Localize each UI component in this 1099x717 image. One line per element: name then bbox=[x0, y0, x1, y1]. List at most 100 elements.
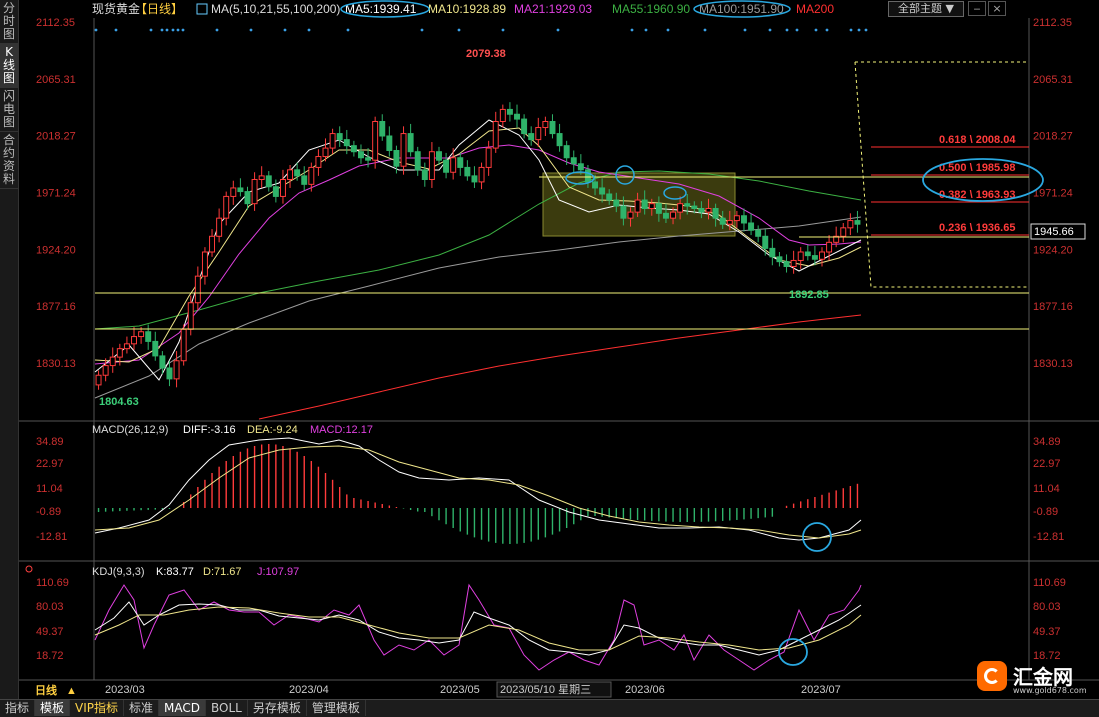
kdj-indicator-dot bbox=[25, 565, 33, 573]
fib-label-0618: 0.618 \ 2008.04 bbox=[939, 134, 1016, 146]
candle-down bbox=[414, 151, 421, 171]
candle-up bbox=[450, 157, 457, 173]
candle-down bbox=[272, 186, 279, 197]
tab-boll[interactable]: BOLL bbox=[206, 700, 248, 716]
period-dropdown-icon[interactable]: ▲ bbox=[66, 685, 77, 697]
signal-dot bbox=[283, 28, 287, 32]
low-price-label-left: 1804.63 bbox=[99, 396, 139, 408]
signal-dot bbox=[666, 28, 670, 32]
candle-down bbox=[584, 169, 591, 183]
ma5-value: MA5:1939.41 bbox=[345, 2, 417, 16]
bottom-tab-bar: 指标 模板 VIP指标 标准 MACD BOLL 另存模板 管理模板 bbox=[0, 699, 1099, 717]
candle-down bbox=[662, 212, 669, 219]
candle-down bbox=[577, 163, 584, 171]
macd-dea: DEA:-9.24 bbox=[247, 424, 298, 436]
signal-dot bbox=[849, 28, 853, 32]
theme-select[interactable]: 全部主题 ▼ bbox=[888, 1, 964, 17]
signal-dot bbox=[814, 28, 818, 32]
candle-up bbox=[372, 121, 379, 161]
macd-macd: MACD:12.17 bbox=[310, 424, 373, 436]
price-axis-right-label: 1830.13 bbox=[1033, 358, 1073, 370]
candle-down bbox=[776, 256, 783, 263]
candle-down bbox=[506, 108, 513, 115]
candle-down bbox=[606, 193, 613, 201]
dropdown-triangle-icon: ▼ bbox=[945, 2, 954, 15]
candle-up bbox=[216, 217, 223, 237]
candle-up bbox=[258, 175, 265, 180]
current-price-value: 1945.66 bbox=[1034, 226, 1074, 238]
tab-contract-info[interactable]: 合约资料 bbox=[0, 132, 18, 189]
tab-flash[interactable]: 闪电图 bbox=[0, 88, 18, 132]
candle-up bbox=[201, 251, 208, 277]
ma-title: MA(5,10,21,55,100,200) bbox=[211, 2, 340, 16]
candle-up bbox=[180, 328, 187, 362]
window-controls: ‒ × bbox=[968, 1, 1008, 16]
candle-up bbox=[315, 156, 322, 168]
tab-manage-template[interactable]: 管理模板 bbox=[307, 700, 366, 716]
macd-axis-left-label: 34.89 bbox=[36, 436, 64, 448]
tab-kline[interactable]: K线图 bbox=[0, 44, 18, 88]
signal-dot bbox=[864, 28, 868, 32]
macd-axis-right-label: 34.89 bbox=[1033, 436, 1061, 448]
price-axis-left-label: 2018.27 bbox=[36, 131, 76, 143]
macd-axis-left-label: -12.81 bbox=[36, 531, 67, 543]
candle-up bbox=[790, 259, 797, 267]
theme-select-label: 全部主题 bbox=[898, 2, 943, 15]
price-axis-left-label: 1924.20 bbox=[36, 244, 76, 256]
candle-down bbox=[719, 217, 726, 225]
candle-up bbox=[634, 199, 641, 213]
signal-dot bbox=[181, 28, 185, 32]
candle-up bbox=[329, 133, 336, 149]
left-tab-bar: 分时图 K线图 闪电图 合约资料 bbox=[0, 0, 19, 700]
chart-canvas[interactable]: 现货黄金 【日线】 MA(5,10,21,55,100,200) MA5:193… bbox=[19, 0, 1099, 700]
signal-dot bbox=[307, 28, 311, 32]
price-axis-left-label: 1877.16 bbox=[36, 301, 76, 313]
candle-up bbox=[478, 166, 485, 183]
instrument-name: 现货黄金 bbox=[92, 1, 140, 16]
candle-down bbox=[811, 255, 818, 260]
price-axis-right-label: 1924.20 bbox=[1033, 244, 1073, 256]
signal-dot bbox=[346, 28, 350, 32]
candle-up bbox=[287, 169, 294, 180]
signal-dot bbox=[743, 28, 747, 32]
period-label-bottom[interactable]: 日线 bbox=[35, 683, 57, 697]
candle-up bbox=[840, 227, 847, 237]
macd-diff: DIFF:-3.16 bbox=[183, 424, 236, 436]
candle-up bbox=[400, 133, 407, 167]
candle-down bbox=[294, 169, 301, 177]
candle-down bbox=[556, 133, 563, 147]
tab-template[interactable]: 模板 bbox=[35, 700, 71, 716]
signal-dot bbox=[94, 28, 98, 32]
logo-icon bbox=[977, 661, 1007, 691]
candle-down bbox=[620, 205, 627, 219]
candle-down bbox=[301, 175, 308, 185]
candle-down bbox=[613, 199, 620, 207]
close-icon[interactable]: × bbox=[988, 1, 1006, 16]
kdj-title: KDJ(9,3,3) bbox=[92, 566, 145, 578]
signal-dot bbox=[501, 28, 505, 32]
kdj-d: D:71.67 bbox=[203, 566, 242, 578]
macd-axis-right-label: 22.97 bbox=[1033, 458, 1061, 470]
tab-standard[interactable]: 标准 bbox=[124, 700, 160, 716]
kdj-axis-right-label: 80.03 bbox=[1033, 601, 1061, 613]
tab-macd[interactable]: MACD bbox=[159, 700, 207, 716]
minimize-icon[interactable]: ‒ bbox=[968, 1, 986, 16]
candle-down bbox=[592, 181, 599, 189]
tab-save-template[interactable]: 另存模板 bbox=[248, 700, 307, 716]
ma10-value: MA10:1928.89 bbox=[428, 2, 506, 16]
candle-down bbox=[393, 150, 400, 167]
candle-up bbox=[279, 178, 286, 197]
macd-axis-left-label: 11.04 bbox=[36, 483, 63, 495]
candle-down bbox=[570, 157, 577, 165]
tab-indicator[interactable]: 指标 bbox=[0, 700, 36, 716]
tab-vip-indicator[interactable]: VIP指标 bbox=[70, 700, 125, 716]
ma-config-icon[interactable] bbox=[196, 3, 208, 15]
candle-up bbox=[847, 220, 854, 229]
tab-timeshare[interactable]: 分时图 bbox=[0, 0, 18, 44]
price-axis-left-label: 1971.24 bbox=[36, 188, 76, 200]
candle-up bbox=[209, 235, 216, 253]
signal-dot bbox=[795, 28, 799, 32]
price-axis-left-label: 2112.35 bbox=[36, 17, 75, 29]
candle-down bbox=[712, 207, 719, 219]
candle-up bbox=[194, 275, 201, 304]
